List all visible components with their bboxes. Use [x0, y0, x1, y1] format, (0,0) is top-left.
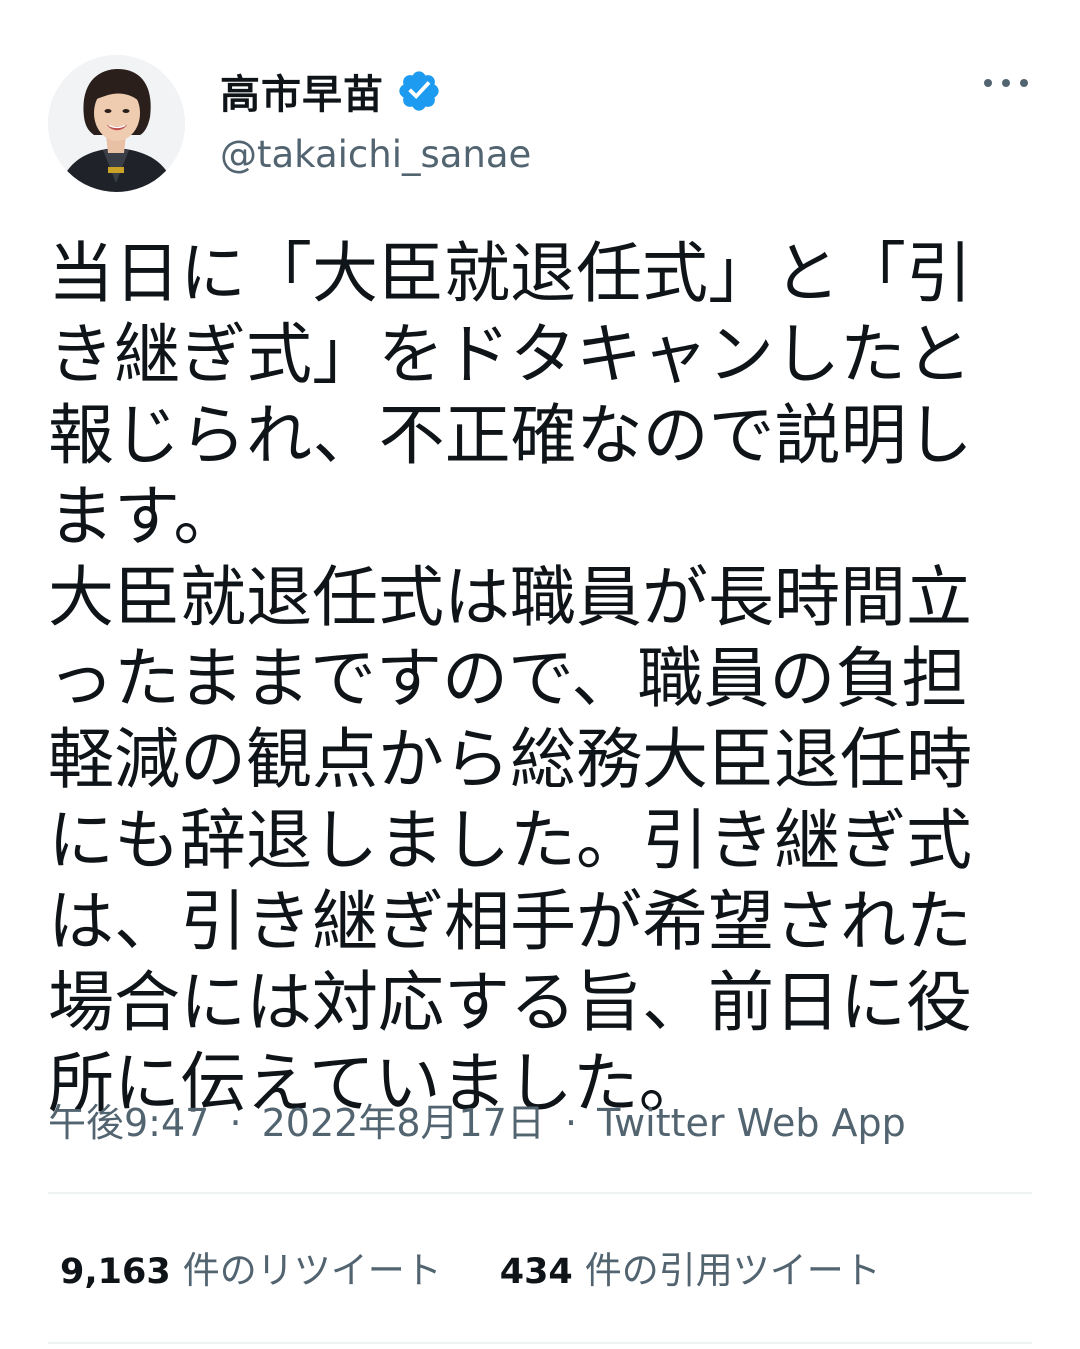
meta-separator: ·	[564, 1101, 578, 1145]
divider-top	[48, 1192, 1032, 1194]
tweet-time[interactable]: 午後9:47	[48, 1101, 209, 1145]
tweet-text: 当日に「大臣就退任式」と「引き継ぎ式」をドタキャンしたと報じられ、不正確なので説…	[48, 235, 973, 1122]
retweets-label: 件のリツイート	[182, 1249, 442, 1292]
tweet-metadata: 午後9:47 · 2022年8月17日 · Twitter Web App	[48, 1092, 906, 1147]
more-dot	[1002, 79, 1010, 87]
divider-bottom	[48, 1342, 1032, 1344]
avatar-image	[48, 55, 185, 192]
author-info: 高市早苗 @takaichi_sanae	[220, 63, 531, 176]
tweet-date[interactable]: 2022年8月17日	[262, 1101, 545, 1145]
avatar[interactable]	[48, 55, 185, 192]
author-handle[interactable]: @takaichi_sanae	[220, 133, 531, 176]
tweet-header: 高市早苗 @takaichi_sanae	[48, 55, 1038, 195]
more-dot	[1020, 79, 1028, 87]
tweet-stats: 9,163 件のリツイート 434 件の引用ツイート	[60, 1240, 939, 1294]
retweets-count: 9,163	[60, 1252, 171, 1292]
quotes-label: 件の引用ツイート	[584, 1249, 881, 1292]
verified-badge-icon	[399, 71, 439, 111]
quotes-count: 434	[499, 1252, 573, 1292]
tweet-detail: 高市早苗 @takaichi_sanae 当日に「大臣就退任式」と「引き継ぎ式」…	[0, 0, 1080, 1349]
author-display-name[interactable]: 高市早苗	[220, 62, 384, 120]
quotes-stat[interactable]: 434 件の引用ツイート	[500, 1240, 881, 1294]
tweet-source[interactable]: Twitter Web App	[597, 1101, 906, 1145]
retweets-stat[interactable]: 9,163 件のリツイート	[60, 1240, 442, 1294]
meta-separator: ·	[229, 1101, 242, 1145]
name-row: 高市早苗	[220, 63, 531, 119]
more-dot	[984, 79, 992, 87]
more-options-icon[interactable]	[984, 73, 1028, 93]
